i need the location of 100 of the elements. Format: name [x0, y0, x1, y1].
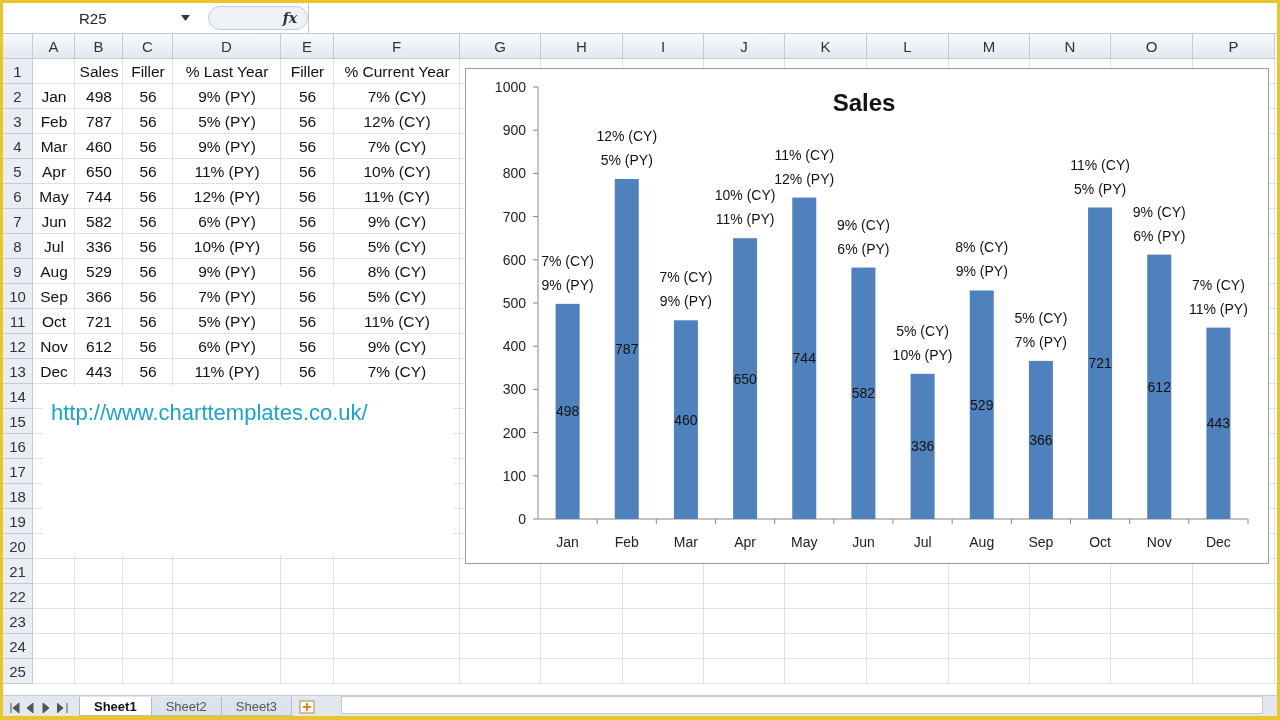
table-cell: 12% (CY)	[363, 112, 431, 131]
data-label: 582	[851, 385, 876, 402]
x-tick-label: May	[791, 534, 818, 550]
column-header[interactable]: G	[460, 34, 541, 59]
row-header[interactable]: 19	[3, 509, 33, 534]
column-header[interactable]: M	[949, 34, 1030, 59]
column-header[interactable]: D	[173, 34, 281, 59]
annotation-label: 11% (CY)	[774, 146, 835, 163]
data-label: 366	[1029, 431, 1053, 448]
column-header[interactable]: K	[785, 34, 867, 59]
row-header[interactable]: 17	[3, 459, 33, 484]
table-cell: Oct	[41, 312, 67, 331]
table-cell: 7% (CY)	[367, 87, 427, 106]
annotation-label: 12% (PY)	[774, 170, 835, 187]
x-tick-label: Jun	[852, 534, 875, 550]
table-cell: Aug	[40, 262, 68, 281]
column-heading-text: Filler	[131, 62, 165, 81]
row-header[interactable]: 6	[3, 184, 33, 209]
name-box[interactable]: R25	[3, 6, 198, 30]
row-header[interactable]: 2	[3, 84, 33, 109]
data-label: 529	[970, 396, 994, 413]
table-cell: Sep	[40, 287, 68, 306]
table-cell: 56	[139, 137, 157, 156]
annotation-label: 9% (PY)	[659, 293, 712, 310]
column-header[interactable]: O	[1111, 34, 1193, 59]
row-header[interactable]: 24	[3, 634, 33, 659]
column-header[interactable]: B	[75, 34, 123, 59]
column-header[interactable]: E	[281, 34, 334, 59]
column-header[interactable]: I	[623, 34, 704, 59]
table-cell: 56	[298, 312, 317, 331]
row-header[interactable]: 25	[3, 659, 33, 684]
dropdown-caret-icon[interactable]	[181, 15, 190, 21]
table-cell: 11% (CY)	[363, 187, 430, 206]
row-header[interactable]: 11	[3, 309, 33, 334]
x-tick-label: Feb	[614, 534, 639, 550]
annotation-label: 5% (PY)	[600, 152, 653, 168]
column-header[interactable]: A	[33, 34, 75, 59]
column-header[interactable]: L	[867, 34, 949, 59]
insert-sheet-icon[interactable]	[299, 700, 318, 714]
table-cell: 56	[139, 162, 157, 181]
row-header[interactable]: 3	[3, 109, 33, 134]
table-cell: 612	[86, 337, 112, 356]
table-cell: 460	[86, 137, 112, 156]
table-cell: 10% (CY)	[363, 162, 431, 181]
annotation-label: 9% (CY)	[1132, 203, 1186, 220]
row-header[interactable]: 23	[3, 609, 33, 634]
table-cell: 56	[139, 337, 157, 356]
column-header[interactable]: F	[334, 34, 460, 59]
row-header[interactable]: 10	[3, 284, 33, 309]
table-cell: 336	[86, 237, 112, 256]
data-label: 721	[1088, 355, 1112, 372]
row-header[interactable]: 8	[3, 234, 33, 259]
row-header[interactable]: 18	[3, 484, 33, 509]
sheet-navigation-icon[interactable]	[9, 703, 71, 713]
column-header[interactable]: P	[1193, 34, 1275, 59]
column-header[interactable]: J	[704, 34, 785, 59]
row-header[interactable]: 12	[3, 334, 33, 359]
table-cell: 11% (PY)	[194, 162, 260, 181]
row-header[interactable]: 1	[3, 59, 33, 84]
data-label: 460	[674, 411, 698, 428]
table-cell: 787	[86, 112, 112, 131]
y-tick-label: 200	[502, 424, 526, 441]
column-header[interactable]: N	[1030, 34, 1111, 59]
annotation-label: 11% (CY)	[1070, 156, 1130, 173]
annotation-label: 9% (CY)	[836, 216, 890, 233]
annotation-label: 7% (CY)	[1191, 276, 1245, 293]
table-cell: 5% (PY)	[198, 112, 256, 131]
insert-function-button[interactable]: fx	[208, 6, 308, 30]
row-header[interactable]: 16	[3, 434, 33, 459]
table-cell: 56	[298, 162, 317, 181]
y-tick-label: 400	[502, 338, 526, 355]
select-all-corner[interactable]	[3, 34, 33, 59]
annotation-label: 6% (PY)	[1133, 227, 1186, 244]
table-cell: 7% (PY)	[198, 287, 256, 306]
y-tick-label: 1000	[494, 79, 526, 95]
annotation-label: 10% (CY)	[714, 187, 776, 204]
row-header[interactable]: 13	[3, 359, 33, 384]
row-header[interactable]: 9	[3, 259, 33, 284]
row-header[interactable]: 21	[3, 559, 33, 584]
row-header[interactable]: 14	[3, 384, 33, 409]
row-header[interactable]: 5	[3, 159, 33, 184]
column-header[interactable]: H	[541, 34, 623, 59]
data-label: 650	[733, 370, 757, 387]
annotation-label: 11% (PY)	[715, 211, 775, 228]
table-cell: 650	[86, 162, 112, 181]
row-header[interactable]: 15	[3, 409, 33, 434]
x-tick-label: Mar	[673, 534, 698, 550]
horizontal-scrollbar[interactable]	[341, 696, 1263, 714]
sheet-tab[interactable]: Sheet2	[150, 697, 222, 716]
sheet-tab[interactable]: Sheet3	[220, 697, 293, 716]
row-header[interactable]: 22	[3, 584, 33, 609]
y-tick-label: 800	[502, 165, 526, 182]
sheet-tab[interactable]: Sheet1	[79, 697, 152, 716]
column-header[interactable]: C	[123, 34, 173, 59]
row-header[interactable]: 7	[3, 209, 33, 234]
x-tick-label: Jul	[913, 534, 932, 550]
annotation-label: 12% (CY)	[596, 128, 658, 144]
table-cell: 56	[139, 112, 157, 131]
row-header[interactable]: 20	[3, 534, 33, 559]
row-header[interactable]: 4	[3, 134, 33, 159]
